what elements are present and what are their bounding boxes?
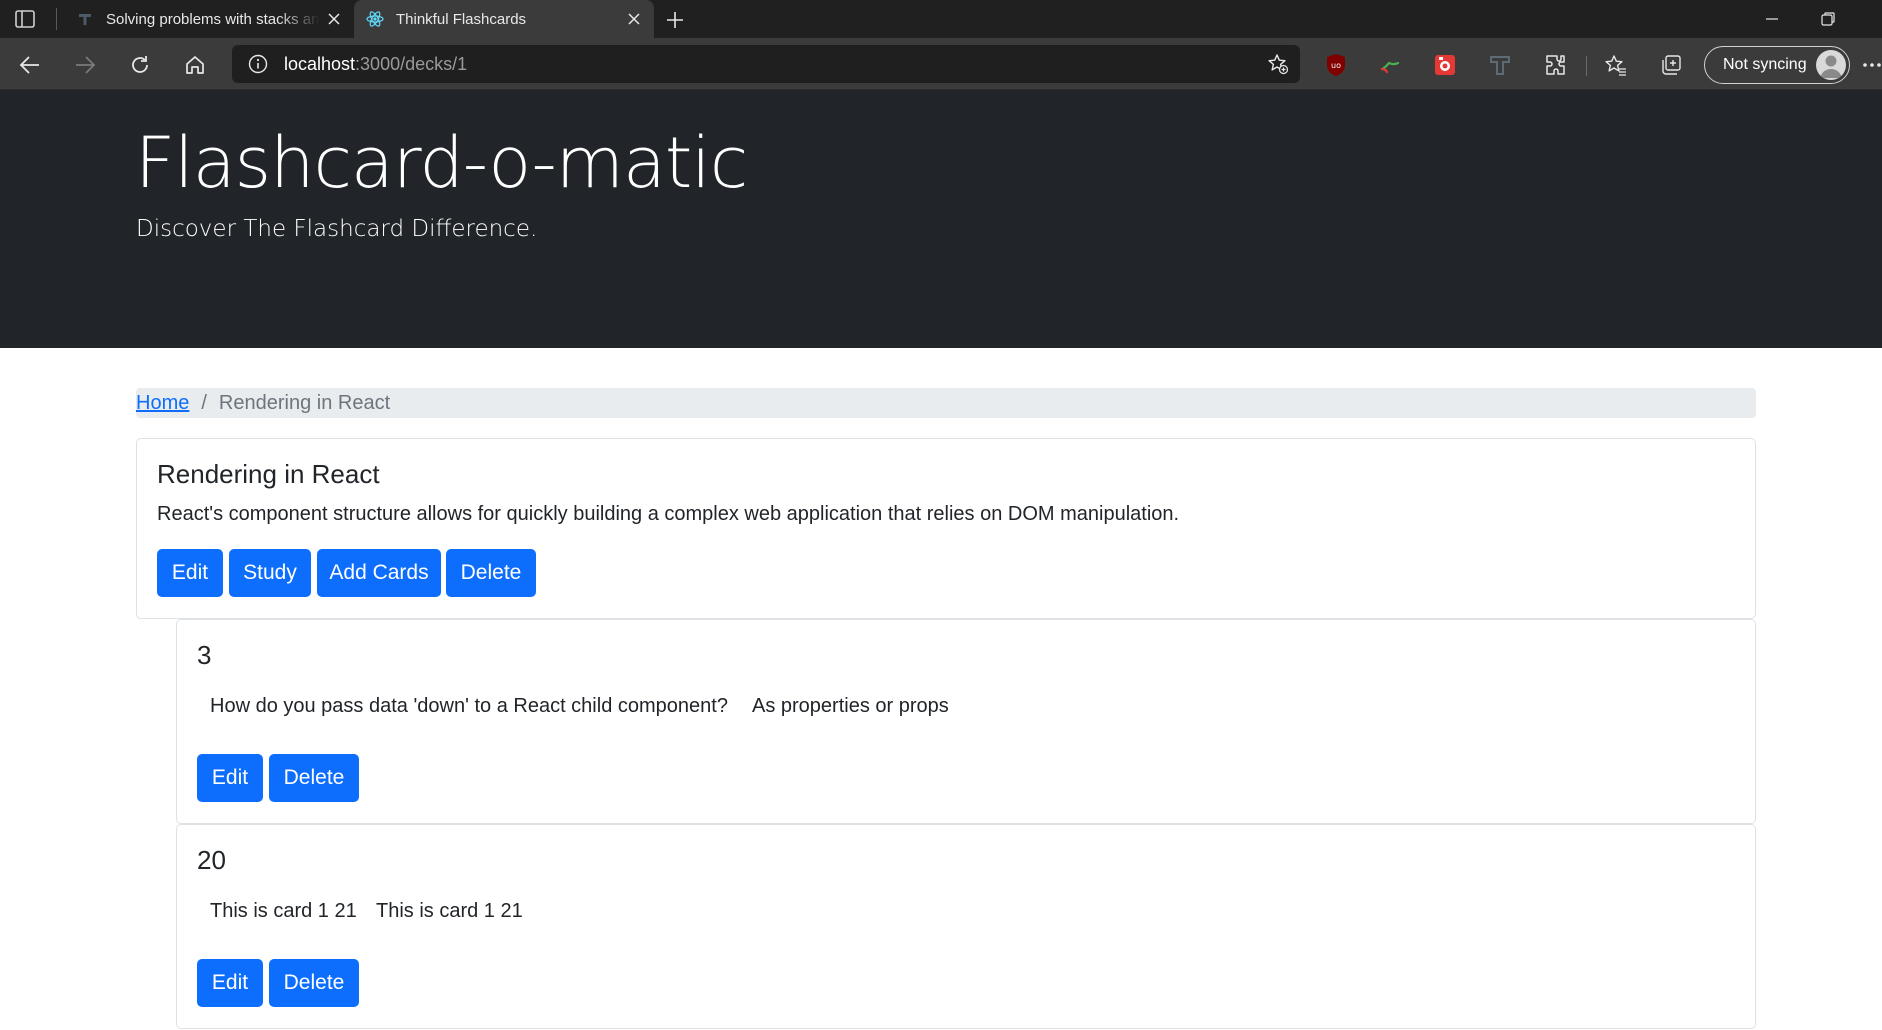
avatar-icon xyxy=(1816,50,1846,80)
edit-card-button[interactable]: Edit xyxy=(197,754,263,802)
close-icon[interactable] xyxy=(620,5,648,33)
edit-deck-button[interactable]: Edit xyxy=(157,549,223,597)
home-icon[interactable] xyxy=(179,49,211,81)
tab-title: Solving problems with stacks and queues xyxy=(106,10,320,28)
site-header: Flashcard-o-matic Discover The Flashcard… xyxy=(0,90,1882,348)
browser-toolbar: localhost:3000/decks/1 uo Not syncing xyxy=(0,38,1882,90)
card-front: This is card 1 21 xyxy=(210,900,357,922)
toolbar-separator xyxy=(1586,56,1587,76)
url-text: localhost:3000/decks/1 xyxy=(284,54,467,75)
breadcrumb: Home / Rendering in React xyxy=(136,388,1756,418)
extension-icon[interactable] xyxy=(1376,51,1404,79)
extension-icon[interactable] xyxy=(1431,51,1459,79)
add-cards-button[interactable]: Add Cards xyxy=(317,549,441,597)
card-front: How do you pass data 'down' to a React c… xyxy=(210,695,728,717)
sync-label: Not syncing xyxy=(1723,56,1807,73)
back-icon[interactable] xyxy=(14,49,46,81)
card-back: This is card 1 21 xyxy=(376,900,523,922)
breadcrumb-separator: / xyxy=(201,391,207,414)
close-icon[interactable] xyxy=(320,5,348,33)
url-host: localhost xyxy=(284,53,356,74)
delete-card-button[interactable]: Delete xyxy=(269,959,359,1007)
study-deck-button[interactable]: Study xyxy=(229,549,311,597)
tab-solving-problems[interactable]: Solving problems with stacks and queues xyxy=(64,0,354,38)
breadcrumb-home-link[interactable]: Home xyxy=(136,392,189,415)
favorites-icon[interactable] xyxy=(1602,51,1630,79)
app-title: Flashcard-o-matic xyxy=(135,122,748,204)
collections-icon[interactable] xyxy=(1657,51,1685,79)
refresh-icon[interactable] xyxy=(124,49,156,81)
address-bar[interactable]: localhost:3000/decks/1 xyxy=(232,45,1300,83)
forward-icon[interactable] xyxy=(69,49,101,81)
card-item: 20 This is card 1 21 This is card 1 21 E… xyxy=(176,824,1756,1029)
plus-icon[interactable] xyxy=(662,7,688,33)
restore-icon[interactable] xyxy=(1800,0,1856,38)
card-back: As properties or props xyxy=(752,695,949,717)
breadcrumb-current: Rendering in React xyxy=(218,391,391,414)
deck-title: Rendering in React xyxy=(157,459,380,489)
react-favicon-icon xyxy=(366,10,384,28)
profile-sync-button[interactable]: Not syncing xyxy=(1704,46,1850,84)
app-tagline: Discover The Flashcard Difference. xyxy=(136,216,538,242)
card-id: 20 xyxy=(197,845,226,875)
favorite-add-icon[interactable] xyxy=(1266,52,1290,76)
extensions-icon[interactable] xyxy=(1541,51,1569,79)
info-icon[interactable] xyxy=(246,52,270,76)
minimize-icon[interactable] xyxy=(1744,0,1800,38)
deck-card: Rendering in React React's component str… xyxy=(136,438,1756,619)
ublock-icon[interactable]: uo xyxy=(1322,51,1350,79)
url-path: :3000/decks/1 xyxy=(355,53,468,74)
delete-card-button[interactable]: Delete xyxy=(269,754,359,802)
tab-thinkful-flashcards[interactable]: Thinkful Flashcards xyxy=(354,0,654,38)
tab-separator xyxy=(56,8,57,30)
card-id: 3 xyxy=(197,640,212,670)
tab-title: Thinkful Flashcards xyxy=(396,10,527,28)
more-icon[interactable] xyxy=(1862,51,1882,79)
deck-description: React's component structure allows for q… xyxy=(157,503,1180,525)
extension-icon[interactable] xyxy=(1486,51,1514,79)
delete-deck-button[interactable]: Delete xyxy=(446,549,536,597)
edit-card-button[interactable]: Edit xyxy=(197,959,263,1007)
card-item: 3 How do you pass data 'down' to a React… xyxy=(176,619,1756,824)
browser-tab-bar: Solving problems with stacks and queues … xyxy=(0,0,1882,38)
svg-text:uo: uo xyxy=(1331,61,1341,70)
tab-actions-icon[interactable] xyxy=(14,9,36,29)
thinkful-favicon-icon xyxy=(76,10,94,28)
